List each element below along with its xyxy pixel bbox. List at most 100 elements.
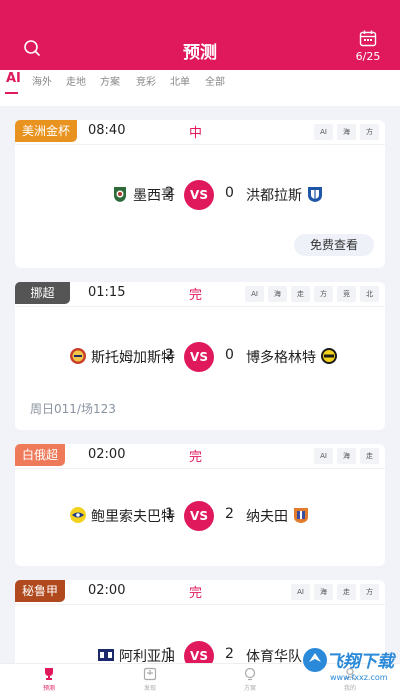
tag: 走 [360, 448, 379, 464]
feature-tags: AI 海 走 [314, 448, 379, 464]
match-time: 02:00 [88, 447, 126, 462]
divider [15, 468, 385, 469]
tag: 走 [337, 584, 356, 600]
tag: 北 [360, 286, 379, 302]
vs-badge: VS [184, 180, 214, 210]
tab-ai[interactable]: AI [6, 71, 21, 86]
away-team-name: 博多格林特 [246, 350, 316, 366]
match-row: 鲍里索夫巴特 1 VS 2 纳夫田 [15, 501, 385, 531]
calendar-icon [359, 30, 377, 47]
home-team: 斯托姆加斯特 [69, 347, 175, 367]
match-status: 完 [189, 586, 203, 601]
watermark-logo-icon [303, 648, 327, 672]
match-row: 斯托姆加斯特 2 VS 0 博多格林特 [15, 342, 385, 372]
watermark-url: www.fxxz.com [330, 673, 388, 682]
alianza-crest-icon [97, 649, 114, 661]
tag: 竞 [337, 286, 356, 302]
filter-tabs: AI 海外 走地 方案 竞彩 北单 全部 [0, 70, 400, 106]
tag: AI [314, 448, 333, 464]
home-score: 2 [165, 347, 174, 363]
tab-all[interactable]: 全部 [205, 73, 225, 88]
away-team-name: 洪都拉斯 [246, 188, 302, 204]
match-row: 墨西哥 2 VS 0 洪都拉斯 [15, 180, 385, 210]
bate-crest-icon [69, 507, 86, 523]
home-score: 2 [165, 185, 174, 201]
match-status: 中 [189, 126, 203, 141]
trophy-icon [45, 668, 53, 680]
match-card[interactable]: 美洲金杯 08:40 中 AI 海 方 墨西哥 2 VS 0 洪都拉斯 免费查看 [15, 120, 385, 268]
mexico-crest-icon [113, 187, 126, 202]
divider [15, 306, 385, 307]
match-header: 白俄超 02:00 完 AI 海 走 [15, 444, 385, 468]
nav-plan[interactable]: 方案 [230, 667, 270, 692]
match-header: 挪超 01:15 完 AI 海 走 方 竞 北 [15, 282, 385, 306]
league-badge: 白俄超 [15, 444, 66, 466]
match-card[interactable]: 挪超 01:15 完 AI 海 走 方 竞 北 斯托姆加斯特 2 VS 0 博多… [15, 282, 385, 430]
free-view-button[interactable]: 免费查看 [294, 234, 374, 256]
away-team: 洪都拉斯 [246, 185, 324, 205]
match-header: 秘鲁甲 02:00 完 AI 海 走 方 [15, 580, 385, 604]
calendar-button[interactable]: 6/25 [352, 30, 384, 63]
match-card[interactable]: 白俄超 02:00 完 AI 海 走 鲍里索夫巴特 1 VS 2 纳夫田 [15, 444, 385, 566]
divider [15, 144, 385, 145]
home-score: 1 [165, 646, 174, 662]
divider [15, 604, 385, 605]
match-status: 完 [189, 450, 203, 465]
league-badge: 秘鲁甲 [15, 580, 66, 602]
away-score: 2 [225, 646, 234, 662]
tab-beidan[interactable]: 北单 [170, 73, 190, 88]
vs-badge: VS [184, 342, 214, 372]
stromsgodset-crest-icon [69, 348, 86, 364]
tag: AI [245, 286, 264, 302]
home-score: 1 [165, 506, 174, 522]
tag: 方 [360, 124, 379, 140]
tab-plan[interactable]: 方案 [100, 73, 120, 88]
home-team-name: 鲍里索夫巴特 [91, 509, 175, 525]
site-watermark: 飞翔下载 www.fxxz.com [302, 645, 394, 691]
away-team-name: 纳夫田 [246, 509, 288, 525]
naftan-crest-icon [294, 508, 309, 523]
nav-discover[interactable]: 发现 [130, 667, 170, 692]
discover-icon [143, 667, 157, 681]
away-score: 2 [225, 506, 234, 522]
tab-live[interactable]: 走地 [66, 73, 86, 88]
tag: AI [314, 124, 333, 140]
watermark-text: 飞翔下载 [326, 652, 394, 672]
nav-predict[interactable]: 预测 [29, 667, 69, 692]
tag: 走 [291, 286, 310, 302]
tab-overseas[interactable]: 海外 [32, 73, 52, 88]
match-time: 01:15 [88, 285, 126, 300]
tab-indicator [5, 92, 18, 94]
feature-tags: AI 海 方 [314, 124, 379, 140]
honduras-crest-icon [308, 187, 323, 202]
bodo-glimt-crest-icon [321, 348, 338, 364]
tag: 方 [360, 584, 379, 600]
match-header: 美洲金杯 08:40 中 AI 海 方 [15, 120, 385, 144]
tag: 海 [268, 286, 287, 302]
page-title: 预测 [183, 43, 217, 63]
nav-label: 方案 [243, 685, 256, 692]
match-time: 02:00 [88, 583, 126, 598]
bulb-icon [244, 667, 256, 681]
app-header: 预测 6/25 [0, 0, 400, 70]
home-team-name: 斯托姆加斯特 [91, 350, 175, 366]
league-badge: 美洲金杯 [15, 120, 78, 142]
tab-lottery[interactable]: 竞彩 [136, 73, 156, 88]
match-time: 08:40 [88, 123, 126, 138]
tag: 方 [314, 286, 333, 302]
calendar-date: 6/25 [355, 50, 381, 63]
tag: AI [291, 584, 310, 600]
tag: 海 [314, 584, 333, 600]
away-team: 博多格林特 [246, 347, 338, 367]
match-status: 完 [189, 288, 203, 303]
away-score: 0 [225, 347, 234, 363]
tag: 海 [337, 124, 356, 140]
nav-label: 预测 [42, 685, 55, 692]
home-team: 鲍里索夫巴特 [69, 506, 175, 526]
away-score: 0 [225, 185, 234, 201]
away-team: 纳夫田 [246, 506, 310, 526]
match-note: 周日011/场123 [30, 402, 116, 416]
feature-tags: AI 海 走 方 竞 北 [245, 286, 379, 302]
tag: 海 [337, 448, 356, 464]
nav-label: 发现 [143, 685, 156, 692]
